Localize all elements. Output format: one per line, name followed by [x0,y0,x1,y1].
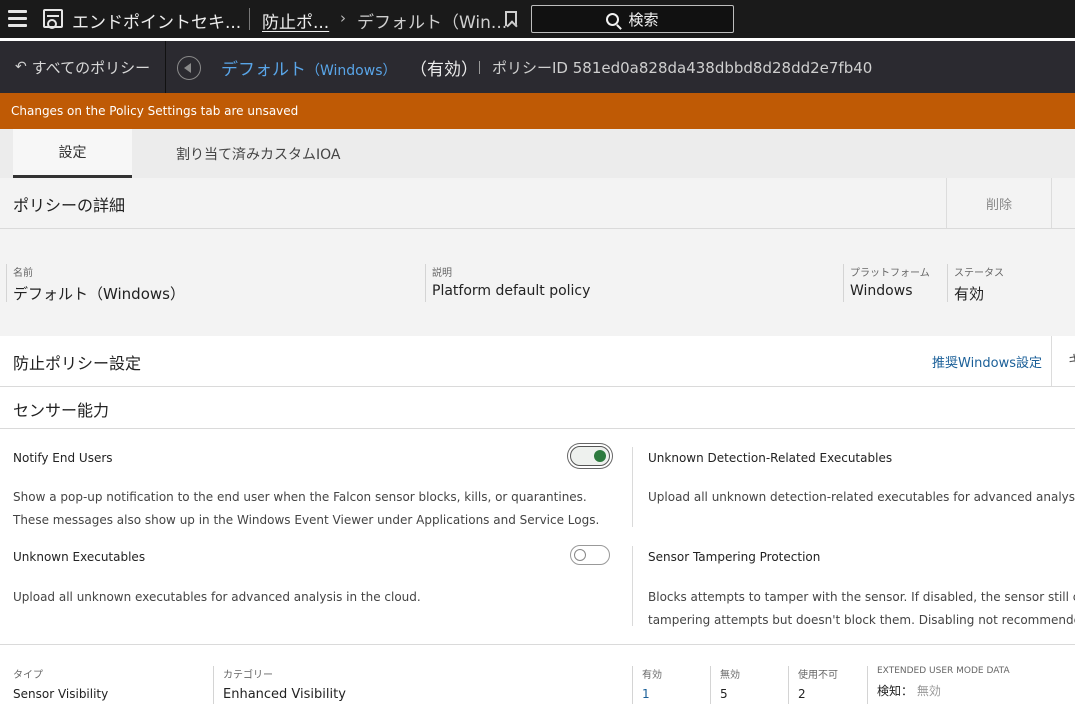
app-title[interactable]: エンドポイントセキ... [72,8,241,33]
field-status-label: ステータス [954,268,1004,279]
setting-notify-end-users-desc-line1: Show a pop-up notification to the end us… [13,490,587,504]
setting-unknown-detection-executables-desc: Upload all unknown detection-related exe… [648,490,1075,504]
setting-sensor-tampering-desc: Blocks attempts to tamper with the senso… [648,586,1075,632]
policy-details-body: 名前 デフォルト（Windows） 説明 Platform default po… [0,229,1075,336]
field-status: ステータス 有効 [947,264,1004,303]
breadcrumb-prevention-policies[interactable]: 防止ポ... [262,8,329,33]
prevention-settings-header: 防止ポリシー設定 推奨Windows設定 キ [0,336,1075,387]
back-to-all-policies-button[interactable]: ↶ すべてのポリシー [0,41,166,93]
tab-settings[interactable]: 設定 [13,129,132,178]
tab-assigned-custom-ioa[interactable]: 割り当て済みカスタムIOA [176,129,340,178]
policy-id: ポリシーID 581ed0a828da438dbbd8d28dd2e7fb40 [492,59,873,77]
unknown-executables-toggle[interactable] [570,545,610,565]
prevention-header-divider [1051,336,1052,386]
policy-platform: （Windows） [306,63,397,79]
endpoint-app-icon [43,9,63,29]
detect-label: 検知： [877,684,914,698]
prevention-settings-title: 防止ポリシー設定 [13,354,142,373]
disabled-count: 5 [720,687,728,701]
setting-notify-end-users-desc-line2: These messages also show up in the Windo… [13,513,600,527]
breadcrumb-chevron-icon: › [340,9,346,27]
extended-user-mode-label: EXTENDED USER MODE DATA [877,666,1010,676]
setting-unknown-executables-name: Unknown Executables [13,550,146,564]
delete-button[interactable]: 削除 [946,178,1052,228]
type-label: タイプ [13,670,43,681]
column-divider [632,546,633,626]
policy-divider [479,61,480,74]
field-description-label: 説明 [432,268,452,279]
field-description: 説明 Platform default policy [425,264,590,302]
hamburger-menu-icon[interactable] [8,10,27,27]
table-cell-disabled: 無効 5 [710,666,740,704]
recommended-windows-settings-link[interactable]: 推奨Windows設定 [932,352,1042,371]
field-name: 名前 デフォルト（Windows） [6,264,185,303]
bookmark-icon[interactable] [505,11,517,26]
field-status-value: 有効 [954,285,985,303]
breadcrumb-divider [249,8,250,30]
top-bar: エンドポイントセキ... 防止ポ... › デフォルト（Win... 検索 [0,0,1075,38]
disabled-label: 無効 [720,670,740,681]
category-value: Enhanced Visibility [223,687,346,702]
sensor-capabilities-header: センサー能力 [0,387,1075,429]
search-icon [606,12,620,26]
unsaved-changes-banner: Changes on the Policy Settings tab are u… [0,93,1075,129]
field-platform: プラットフォーム Windows [843,264,930,302]
search-button[interactable]: 検索 [531,5,734,33]
search-label: 検索 [628,10,659,29]
setting-unknown-detection-executables-name: Unknown Detection-Related Executables [648,451,893,465]
detect-value: 無効 [916,684,941,698]
table-cell-unavailable: 使用不可 2 [788,666,838,704]
column-divider [632,447,633,527]
field-platform-label: プラットフォーム [850,268,930,279]
setting-sensor-tampering-desc-line1: Blocks attempts to tamper with the senso… [648,590,1075,604]
setting-notify-end-users-name: Notify End Users [13,451,113,465]
type-value: Sensor Visibility [13,687,109,701]
policy-state: （有効） [410,60,478,80]
table-cell-extended-user-mode: EXTENDED USER MODE DATA 検知： 無効 [867,666,1010,704]
toggle-knob [574,549,586,561]
unavailable-label: 使用不可 [798,670,838,681]
policy-header-bar: ↶ すべてのポリシー デフォルト（Windows） （有効） ポリシーID 58… [0,41,1075,93]
field-description-value: Platform default policy [432,283,591,299]
prevention-extra-action[interactable]: キ [1068,350,1075,370]
toggle-knob [594,450,606,462]
notify-end-users-toggle[interactable] [570,446,610,466]
undo-arrow-icon: ↶ [15,59,27,75]
field-name-value: デフォルト（Windows） [13,285,185,303]
back-to-all-policies-label: すべてのポリシー [31,58,151,77]
breadcrumb-current-policy: デフォルト（Win... [357,13,508,33]
table-divider [0,644,1075,645]
detect-row: 検知： 無効 [877,682,1010,699]
policy-name-text: デフォルト [221,60,306,80]
field-platform-value: Windows [850,283,913,299]
enabled-label: 有効 [642,670,662,681]
tab-bar: 設定 割り当て済みカスタムIOA [0,129,1075,178]
table-cell-enabled: 有効 1 [632,666,662,704]
setting-sensor-tampering-name: Sensor Tampering Protection [648,550,821,564]
previous-arrow-icon[interactable] [177,56,201,80]
unavailable-count: 2 [798,687,806,701]
policy-name: デフォルト（Windows） [221,55,397,80]
setting-sensor-tampering-desc-line2: tampering attempts but doesn't block the… [648,613,1075,627]
enabled-count[interactable]: 1 [642,687,662,701]
sensor-capabilities-title: センサー能力 [13,401,110,420]
category-label: カテゴリー [223,670,273,681]
table-cell-type: タイプ Sensor Visibility [13,666,108,704]
setting-notify-end-users-desc: Show a pop-up notification to the end us… [13,486,599,532]
setting-unknown-executables-desc: Upload all unknown executables for advan… [13,590,421,604]
policy-details-title: ポリシーの詳細 [13,196,126,215]
policy-details-header: ポリシーの詳細 削除 [0,178,1075,229]
field-name-label: 名前 [13,268,33,279]
table-cell-category: カテゴリー Enhanced Visibility [213,666,346,704]
